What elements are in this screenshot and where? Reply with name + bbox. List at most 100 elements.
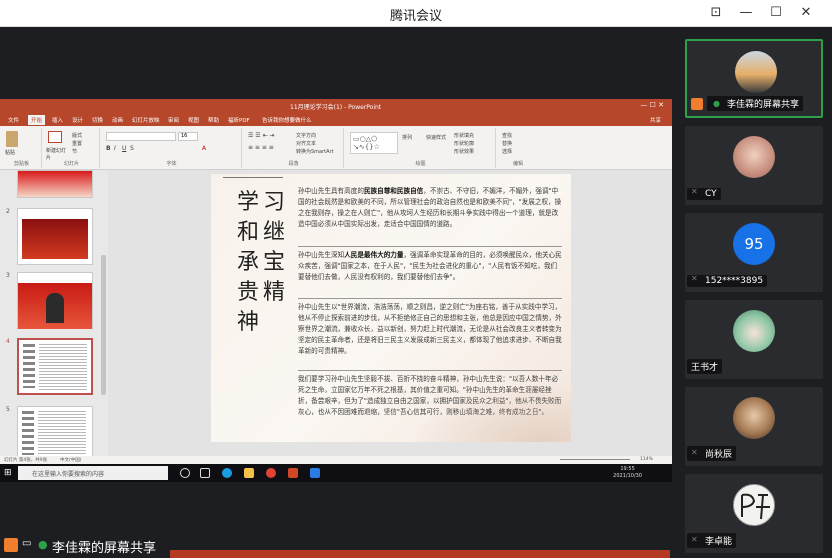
ribbon-group-paragraph: ☰ ☰ ⇤ ⇥ ≡ ≡ ≡ ≡ 文字方向 对齐文本 转换为SmartArt 段落 — [244, 128, 344, 168]
edge-icon[interactable] — [222, 468, 232, 478]
share-screen-icon — [4, 538, 18, 552]
participant-name: 152****3895 — [687, 275, 768, 287]
paragraph-divider — [298, 370, 562, 371]
powerpoint-icon[interactable] — [288, 468, 298, 478]
tab-view[interactable]: 视图 — [188, 116, 199, 124]
font-color-button[interactable]: A — [202, 145, 206, 152]
ribbon-tabs: 文件 开始 插入 设计 切换 动画 幻灯片放映 审阅 视图 帮助 福昕PDF 告… — [0, 114, 672, 126]
slide-number: 4 — [6, 338, 10, 345]
windows-start-icon[interactable]: ⊞ — [4, 468, 14, 478]
group-label: 段落 — [288, 161, 299, 167]
shared-screen: 11月理论学习会(1) - PowerPoint — ☐ ✕ 文件 开始 插入 … — [0, 99, 672, 482]
tab-home[interactable]: 开始 — [28, 115, 46, 125]
slide-number: 5 — [6, 406, 10, 413]
zoom-level[interactable]: 114% — [640, 457, 653, 462]
tab-slideshow[interactable]: 幻灯片放映 — [132, 116, 160, 124]
taskbar-search-input[interactable]: 在这里输入你要搜索的内容 — [18, 466, 168, 480]
slide-thumbnail[interactable] — [17, 272, 93, 329]
tab-help[interactable]: 帮助 — [208, 116, 219, 124]
task-view-icon[interactable] — [200, 468, 210, 478]
share-screen-icon — [691, 98, 703, 110]
shape-fill-button[interactable]: 形状填充 — [454, 132, 474, 139]
participants-panel: 李佳霖的屏幕共享 ● ✕ CY 95 ✕ 152****3895 王书才 ✕ 尚… — [678, 27, 832, 558]
maximize-icon[interactable]: ☐ — [767, 4, 785, 22]
close-icon[interactable]: ✕ — [797, 4, 815, 22]
participant-tile[interactable]: 李佳霖的屏幕共享 ● — [685, 39, 823, 118]
file-explorer-icon[interactable] — [244, 468, 254, 478]
shape-outline-button[interactable]: 形状轮廓 — [454, 140, 474, 147]
ribbon-group-font: 16 B I U S A 字体 — [102, 128, 242, 168]
participant-tile[interactable]: ✕ 尚秋辰 — [685, 387, 823, 466]
paste-button[interactable]: 粘贴 — [5, 149, 15, 156]
share-button[interactable]: 共享 — [650, 116, 661, 124]
participant-tile[interactable]: 95 ✕ 152****3895 — [685, 213, 823, 292]
participant-tile[interactable]: 王书才 — [685, 300, 823, 379]
bold-button[interactable]: B — [106, 145, 111, 152]
new-slide-icon[interactable] — [48, 131, 62, 143]
shadow-button[interactable]: S — [130, 145, 134, 152]
italic-button[interactable]: I — [114, 145, 116, 152]
ribbon-group-slides: 新建幻灯片 版式 重置 节 幻灯片 — [44, 128, 100, 168]
title-bar: 腾讯会议 ⊡ — ☐ ✕ — [0, 0, 832, 27]
participant-name: 王书才 — [687, 359, 723, 374]
reset-button[interactable]: 重置 — [72, 140, 82, 147]
mic-icon: ● — [38, 538, 48, 551]
slide-number: 3 — [6, 272, 10, 279]
participant-tile[interactable]: ✕ CY — [685, 126, 823, 205]
find-button[interactable]: 查找 — [502, 132, 512, 139]
tab-insert[interactable]: 插入 — [52, 116, 63, 124]
ribbon: 粘贴 剪贴板 新建幻灯片 版式 重置 节 幻灯片 16 B I U S A 字体 — [0, 126, 672, 170]
underline-button[interactable]: U — [122, 145, 126, 152]
smartart-button[interactable]: 转换为SmartArt — [296, 148, 334, 155]
group-label: 字体 — [166, 161, 177, 167]
layout-button[interactable]: 版式 — [72, 132, 82, 139]
slide-paragraph-1: 孙中山先生具有高度的民族自尊和民族自信，不崇古、不守旧，不媚洋，不媚外，强调"中… — [298, 187, 562, 228]
chrome-icon[interactable] — [266, 468, 276, 478]
current-slide[interactable]: 学和承贵神 习继宝精 孙中山先生具有高度的民族自尊和民族自信，不崇古、不守旧，不… — [211, 174, 571, 442]
tab-design[interactable]: 设计 — [72, 116, 83, 124]
font-size-select[interactable]: 16 — [178, 132, 198, 141]
pin-icon[interactable]: ⊡ — [707, 4, 725, 22]
quick-styles-button[interactable]: 快速样式 — [426, 134, 446, 141]
align-buttons[interactable]: ≡ ≡ ≡ ≡ — [248, 144, 274, 151]
shape-effect-button[interactable]: 形状效果 — [454, 148, 474, 155]
tab-transitions[interactable]: 切换 — [92, 116, 103, 124]
tab-animations[interactable]: 动画 — [112, 116, 123, 124]
select-button[interactable]: 选择 — [502, 148, 512, 155]
align-text-button[interactable]: 对齐文本 — [296, 140, 316, 147]
slide-thumbnail[interactable] — [17, 170, 93, 198]
participant-tile[interactable]: ✕ 李卓能 — [685, 474, 823, 553]
arrange-button[interactable]: 排列 — [402, 134, 412, 141]
avatar — [735, 51, 777, 93]
bullets-button[interactable]: ☰ ☰ ⇤ ⇥ — [248, 132, 275, 139]
shapes-gallery[interactable]: ▭○△⬠ ↘∿{}☆ — [350, 132, 398, 154]
paragraph-divider — [298, 298, 562, 299]
slide-thumbnail[interactable] — [17, 406, 93, 463]
tab-review[interactable]: 审阅 — [168, 116, 179, 124]
zoom-slider[interactable] — [560, 459, 630, 460]
new-slide-button[interactable]: 新建幻灯片 — [46, 147, 70, 161]
participant-name: 尚秋辰 — [687, 446, 737, 461]
avatar — [733, 310, 775, 352]
tab-foxit-pdf[interactable]: 福昕PDF — [228, 116, 250, 124]
minimize-icon[interactable]: — — [737, 4, 755, 22]
text-direction-button[interactable]: 文字方向 — [296, 132, 316, 139]
paste-icon[interactable] — [6, 131, 18, 147]
ribbon-group-editing: 查找 替换 选择 编辑 — [498, 128, 538, 168]
slide-thumbnail[interactable] — [17, 208, 93, 265]
powerpoint-status-bar: 幻灯片 第4张，共9张 中文(中国) 114% — [0, 456, 672, 464]
font-name-select[interactable] — [106, 132, 176, 141]
ribbon-group-clipboard: 粘贴 剪贴板 — [2, 128, 42, 168]
slide-thumbnails-pane: 2 3 4 5 — [0, 170, 108, 463]
slide-thumbnail-selected[interactable] — [17, 338, 93, 395]
tell-me-search[interactable]: 告诉我你想要做什么 — [262, 116, 312, 124]
cortana-icon[interactable] — [180, 468, 190, 478]
replace-button[interactable]: 替换 — [502, 140, 512, 147]
meeting-window: 腾讯会议 ⊡ — ☐ ✕ 11月理论学习会(1) - PowerPoint — … — [0, 0, 832, 558]
powerpoint-window-controls[interactable]: — ☐ ✕ — [640, 101, 664, 109]
tab-file[interactable]: 文件 — [8, 116, 19, 124]
speaker-figure — [46, 293, 64, 323]
tencent-meeting-icon[interactable] — [310, 468, 320, 478]
thumbnails-scrollbar[interactable] — [101, 255, 106, 395]
section-button[interactable]: 节 — [72, 148, 77, 155]
